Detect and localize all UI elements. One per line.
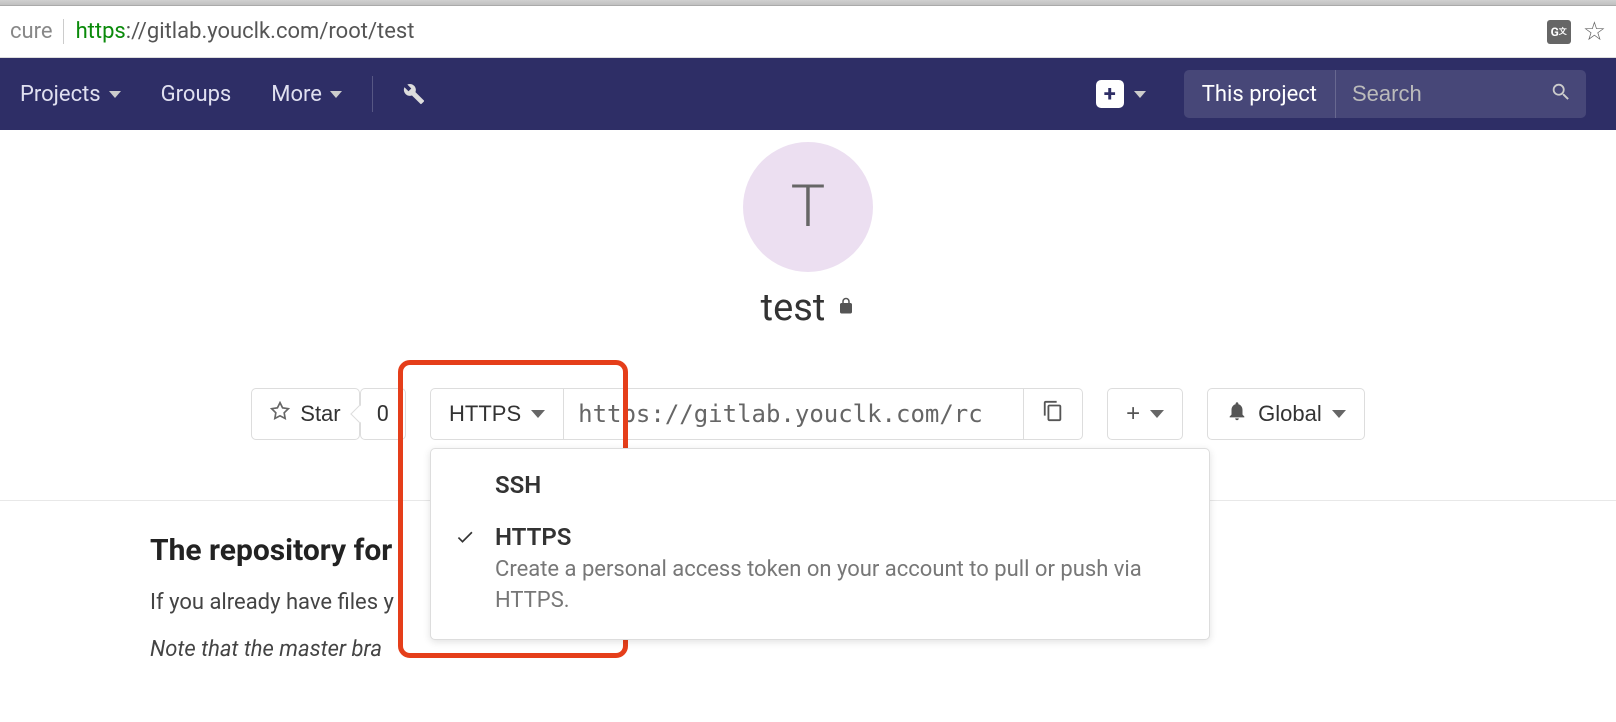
protocol-option-https[interactable]: HTTPS Create a personal access token on … bbox=[431, 511, 1209, 629]
star-icon bbox=[270, 401, 290, 427]
admin-wrench-icon[interactable] bbox=[383, 58, 445, 130]
chevron-down-icon bbox=[1150, 410, 1164, 418]
repo-note: Note that the master bra bbox=[150, 637, 1466, 662]
nav-groups-label: Groups bbox=[161, 82, 232, 107]
browser-address-bar: cure https://gitlab.youclk.com/root/test… bbox=[0, 6, 1616, 58]
add-dropdown-button[interactable]: + bbox=[1107, 388, 1183, 440]
protocol-label: HTTPS bbox=[449, 401, 521, 427]
url-protocol: https bbox=[76, 19, 126, 44]
chevron-down-icon bbox=[1332, 410, 1346, 418]
plus-icon: + bbox=[1096, 80, 1124, 108]
lock-icon bbox=[837, 296, 855, 320]
search-button[interactable] bbox=[1536, 81, 1586, 107]
chevron-down-icon bbox=[531, 410, 545, 418]
star-count: 0 bbox=[360, 388, 406, 440]
new-dropdown[interactable]: + bbox=[1082, 80, 1160, 108]
nav-projects[interactable]: Projects bbox=[0, 58, 141, 130]
project-name: test bbox=[761, 286, 826, 330]
copy-icon bbox=[1042, 400, 1064, 428]
nav-projects-label: Projects bbox=[20, 82, 101, 107]
protocol-option-ssh[interactable]: SSH bbox=[431, 459, 1209, 511]
protocol-dropdown: SSH HTTPS Create a personal access token… bbox=[430, 448, 1210, 640]
project-main: T test Star 0 HTTPS bbox=[0, 130, 1616, 662]
search-container: This project bbox=[1184, 70, 1586, 118]
bookmark-star-icon[interactable]: ☆ bbox=[1583, 17, 1606, 47]
search-input[interactable] bbox=[1336, 81, 1536, 107]
project-actions: Star 0 HTTPS bbox=[251, 388, 1364, 440]
notification-dropdown[interactable]: Global bbox=[1207, 388, 1365, 440]
plus-icon: + bbox=[1126, 400, 1140, 428]
nav-groups[interactable]: Groups bbox=[141, 58, 252, 130]
gitlab-navbar: Projects Groups More + This project bbox=[0, 58, 1616, 130]
notification-label: Global bbox=[1258, 401, 1322, 427]
search-scope[interactable]: This project bbox=[1184, 70, 1336, 118]
project-avatar: T bbox=[743, 142, 873, 272]
chevron-down-icon bbox=[1134, 91, 1146, 98]
url-path: ://gitlab.youclk.com/root/test bbox=[126, 19, 415, 44]
bell-icon bbox=[1226, 400, 1248, 428]
option-https-desc: Create a personal access token on your a… bbox=[495, 555, 1189, 617]
option-https-label: HTTPS bbox=[495, 523, 1189, 551]
chevron-down-icon bbox=[330, 91, 342, 98]
nav-more-label: More bbox=[271, 82, 322, 107]
translate-icon[interactable]: G文 bbox=[1547, 20, 1571, 44]
option-ssh-label: SSH bbox=[495, 471, 1189, 499]
chevron-down-icon bbox=[109, 91, 121, 98]
check-icon bbox=[455, 527, 475, 547]
clone-url-input[interactable] bbox=[564, 388, 1024, 440]
project-title: test bbox=[761, 286, 856, 330]
security-indicator: cure bbox=[10, 19, 64, 44]
nav-more[interactable]: More bbox=[251, 58, 362, 130]
star-button[interactable]: Star bbox=[251, 388, 359, 440]
protocol-selector[interactable]: HTTPS bbox=[430, 388, 564, 440]
url-display[interactable]: https://gitlab.youclk.com/root/test bbox=[76, 19, 1547, 44]
copy-url-button[interactable] bbox=[1024, 388, 1083, 440]
nav-divider bbox=[372, 76, 373, 112]
star-label: Star bbox=[300, 401, 340, 427]
search-icon bbox=[1550, 81, 1572, 103]
